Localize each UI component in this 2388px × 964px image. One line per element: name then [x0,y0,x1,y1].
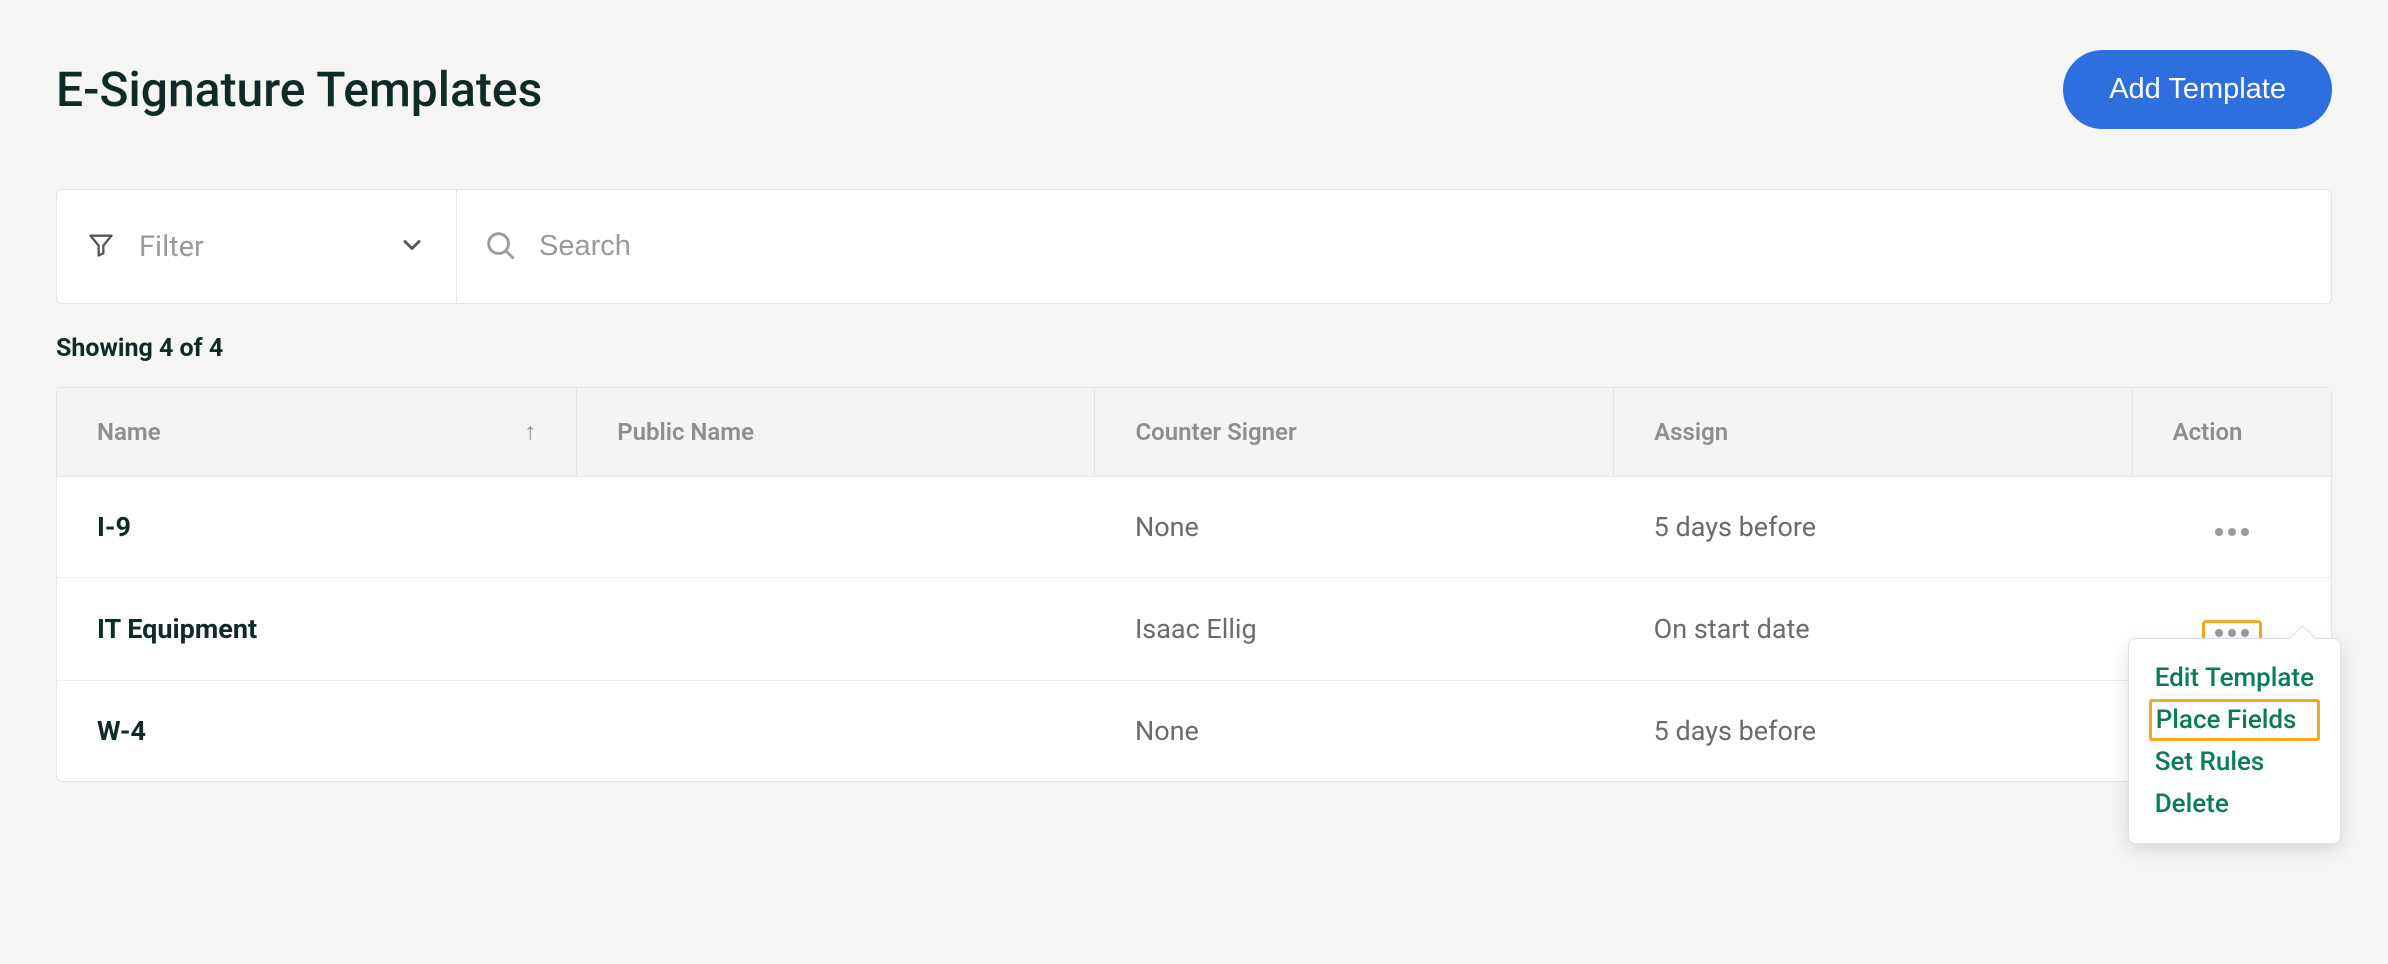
table-row: I-9 None 5 days before [57,477,2331,578]
cell-assign: 5 days before [1614,477,2132,578]
search-icon [483,228,517,266]
column-header-label: Action [2173,418,2243,446]
chevron-down-icon [398,231,426,263]
cell-counter-signer: None [1095,681,1614,782]
column-header-action: Action [2132,388,2331,477]
row-actions-menu: Edit Template Place Fields Set Rules Del… [2128,638,2341,844]
column-header-label: Counter Signer [1135,418,1296,446]
menu-item-set-rules[interactable]: Set Rules [2151,741,2318,783]
results-summary: Showing 4 of 4 [56,334,2332,363]
table-row: W-4 None 5 days before [57,681,2331,782]
dots-icon [2241,629,2249,637]
dots-icon [2215,528,2223,536]
menu-item-place-fields[interactable]: Place Fields [2149,699,2320,741]
column-header-assign[interactable]: Assign [1614,388,2132,477]
page-title: E-Signature Templates [56,61,542,118]
dots-icon [2241,528,2249,536]
cell-action [2132,477,2331,578]
menu-item-delete[interactable]: Delete [2151,783,2318,825]
cell-public-name [577,477,1095,578]
filter-placeholder: Filter [139,230,204,264]
cell-name[interactable]: W-4 [57,681,577,782]
column-header-name[interactable]: Name ↑ [57,388,577,477]
column-header-label: Name [97,418,161,446]
cell-public-name [577,578,1095,681]
filter-dropdown[interactable]: Filter [57,190,457,303]
cell-counter-signer: None [1095,477,1614,578]
column-header-counter-signer[interactable]: Counter Signer [1095,388,1614,477]
cell-assign: On start date [1614,578,2132,681]
cell-assign: 5 days before [1614,681,2132,782]
column-header-public-name[interactable]: Public Name [577,388,1095,477]
dots-icon [2228,528,2236,536]
dots-icon [2215,629,2223,637]
column-header-label: Public Name [617,418,754,446]
add-template-button[interactable]: Add Template [2063,50,2332,129]
search-box [457,190,2331,303]
filter-icon [87,231,115,263]
cell-name[interactable]: IT Equipment [57,578,577,681]
cell-name[interactable]: I-9 [57,477,577,578]
menu-item-edit-template[interactable]: Edit Template [2151,657,2318,699]
cell-public-name [577,681,1095,782]
filter-search-bar: Filter [56,189,2332,304]
search-input[interactable] [539,230,2305,263]
cell-action: Edit Template Place Fields Set Rules Del… [2132,578,2331,681]
column-header-label: Assign [1654,418,1728,446]
table-header-row: Name ↑ Public Name Counter Signer Assign… [57,388,2331,477]
sort-ascending-icon: ↑ [524,418,536,447]
table-row: IT Equipment Isaac Ellig On start date E… [57,578,2331,681]
cell-counter-signer: Isaac Ellig [1095,578,1614,681]
templates-table: Name ↑ Public Name Counter Signer Assign… [56,387,2332,782]
row-actions-button[interactable] [2205,522,2259,542]
dots-icon [2228,629,2236,637]
